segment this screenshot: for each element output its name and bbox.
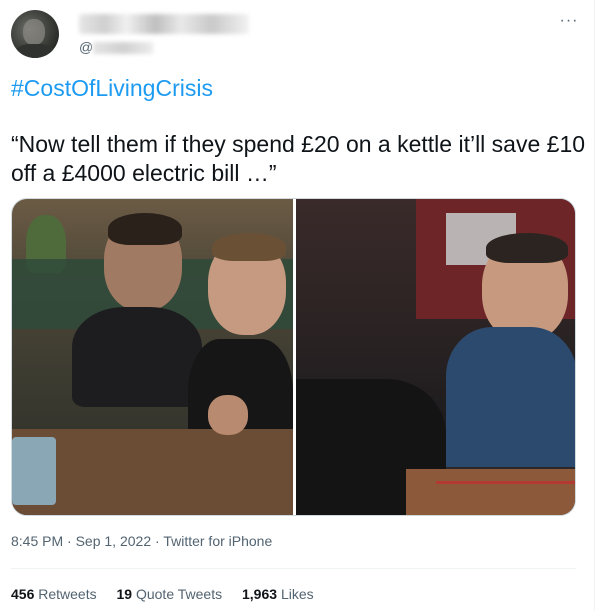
separator: · bbox=[151, 533, 164, 549]
avatar[interactable] bbox=[11, 10, 59, 58]
red-desk-line bbox=[436, 481, 575, 484]
person-left-hair bbox=[108, 213, 182, 245]
tweet-detail: @ ··· #CostOfLivingCrisis “Now tell them… bbox=[0, 0, 595, 611]
laughing-man-hair bbox=[486, 233, 568, 263]
likes-count: 1,963 bbox=[242, 586, 278, 602]
tweet-time[interactable]: 8:45 PM bbox=[11, 533, 63, 549]
media-image-right[interactable] bbox=[296, 199, 575, 515]
tweet-timestamp: 8:45 PM · Sep 1, 2022 · Twitter for iPho… bbox=[11, 533, 272, 549]
tweet-date[interactable]: Sep 1, 2022 bbox=[76, 533, 152, 549]
quote-tweets-stat[interactable]: 19 Quote Tweets bbox=[117, 586, 223, 602]
retweets-stat[interactable]: 456 Retweets bbox=[11, 586, 97, 602]
tweet-media[interactable] bbox=[11, 198, 576, 516]
tweet-source[interactable]: Twitter for iPhone bbox=[163, 533, 272, 549]
console-panel bbox=[12, 437, 56, 505]
display-name-redacted[interactable] bbox=[79, 14, 249, 34]
hashtag-link[interactable]: #CostOfLivingCrisis bbox=[11, 75, 213, 102]
retweets-label: Retweets bbox=[38, 586, 97, 602]
avatar-face bbox=[23, 19, 45, 45]
likes-label: Likes bbox=[280, 586, 314, 602]
quotes-count: 19 bbox=[116, 586, 133, 602]
retweets-count: 456 bbox=[11, 586, 35, 602]
avatar-shoulder bbox=[15, 44, 55, 58]
tweet-text: “Now tell them if they spend £20 on a ke… bbox=[11, 131, 586, 186]
hand bbox=[208, 395, 248, 435]
divider bbox=[11, 568, 576, 569]
handle-redacted bbox=[93, 42, 154, 55]
quotes-label: Quote Tweets bbox=[135, 586, 223, 602]
tweet-header: @ ··· bbox=[11, 10, 586, 60]
person-right-hair bbox=[212, 233, 286, 261]
user-handle[interactable]: @ bbox=[79, 39, 154, 55]
tweet-stats: 456 Retweets 19 Quote Tweets 1,963 Likes bbox=[11, 586, 330, 602]
media-image-left[interactable] bbox=[12, 199, 293, 515]
likes-stat[interactable]: 1,963 Likes bbox=[242, 586, 314, 602]
more-options-button[interactable]: ··· bbox=[556, 12, 582, 34]
handle-prefix: @ bbox=[79, 39, 94, 55]
laughing-man-shirt bbox=[446, 327, 575, 467]
more-horizontal-icon: ··· bbox=[559, 12, 579, 29]
separator: · bbox=[63, 533, 76, 549]
person-left-body bbox=[72, 307, 202, 407]
desk-right bbox=[406, 469, 575, 515]
